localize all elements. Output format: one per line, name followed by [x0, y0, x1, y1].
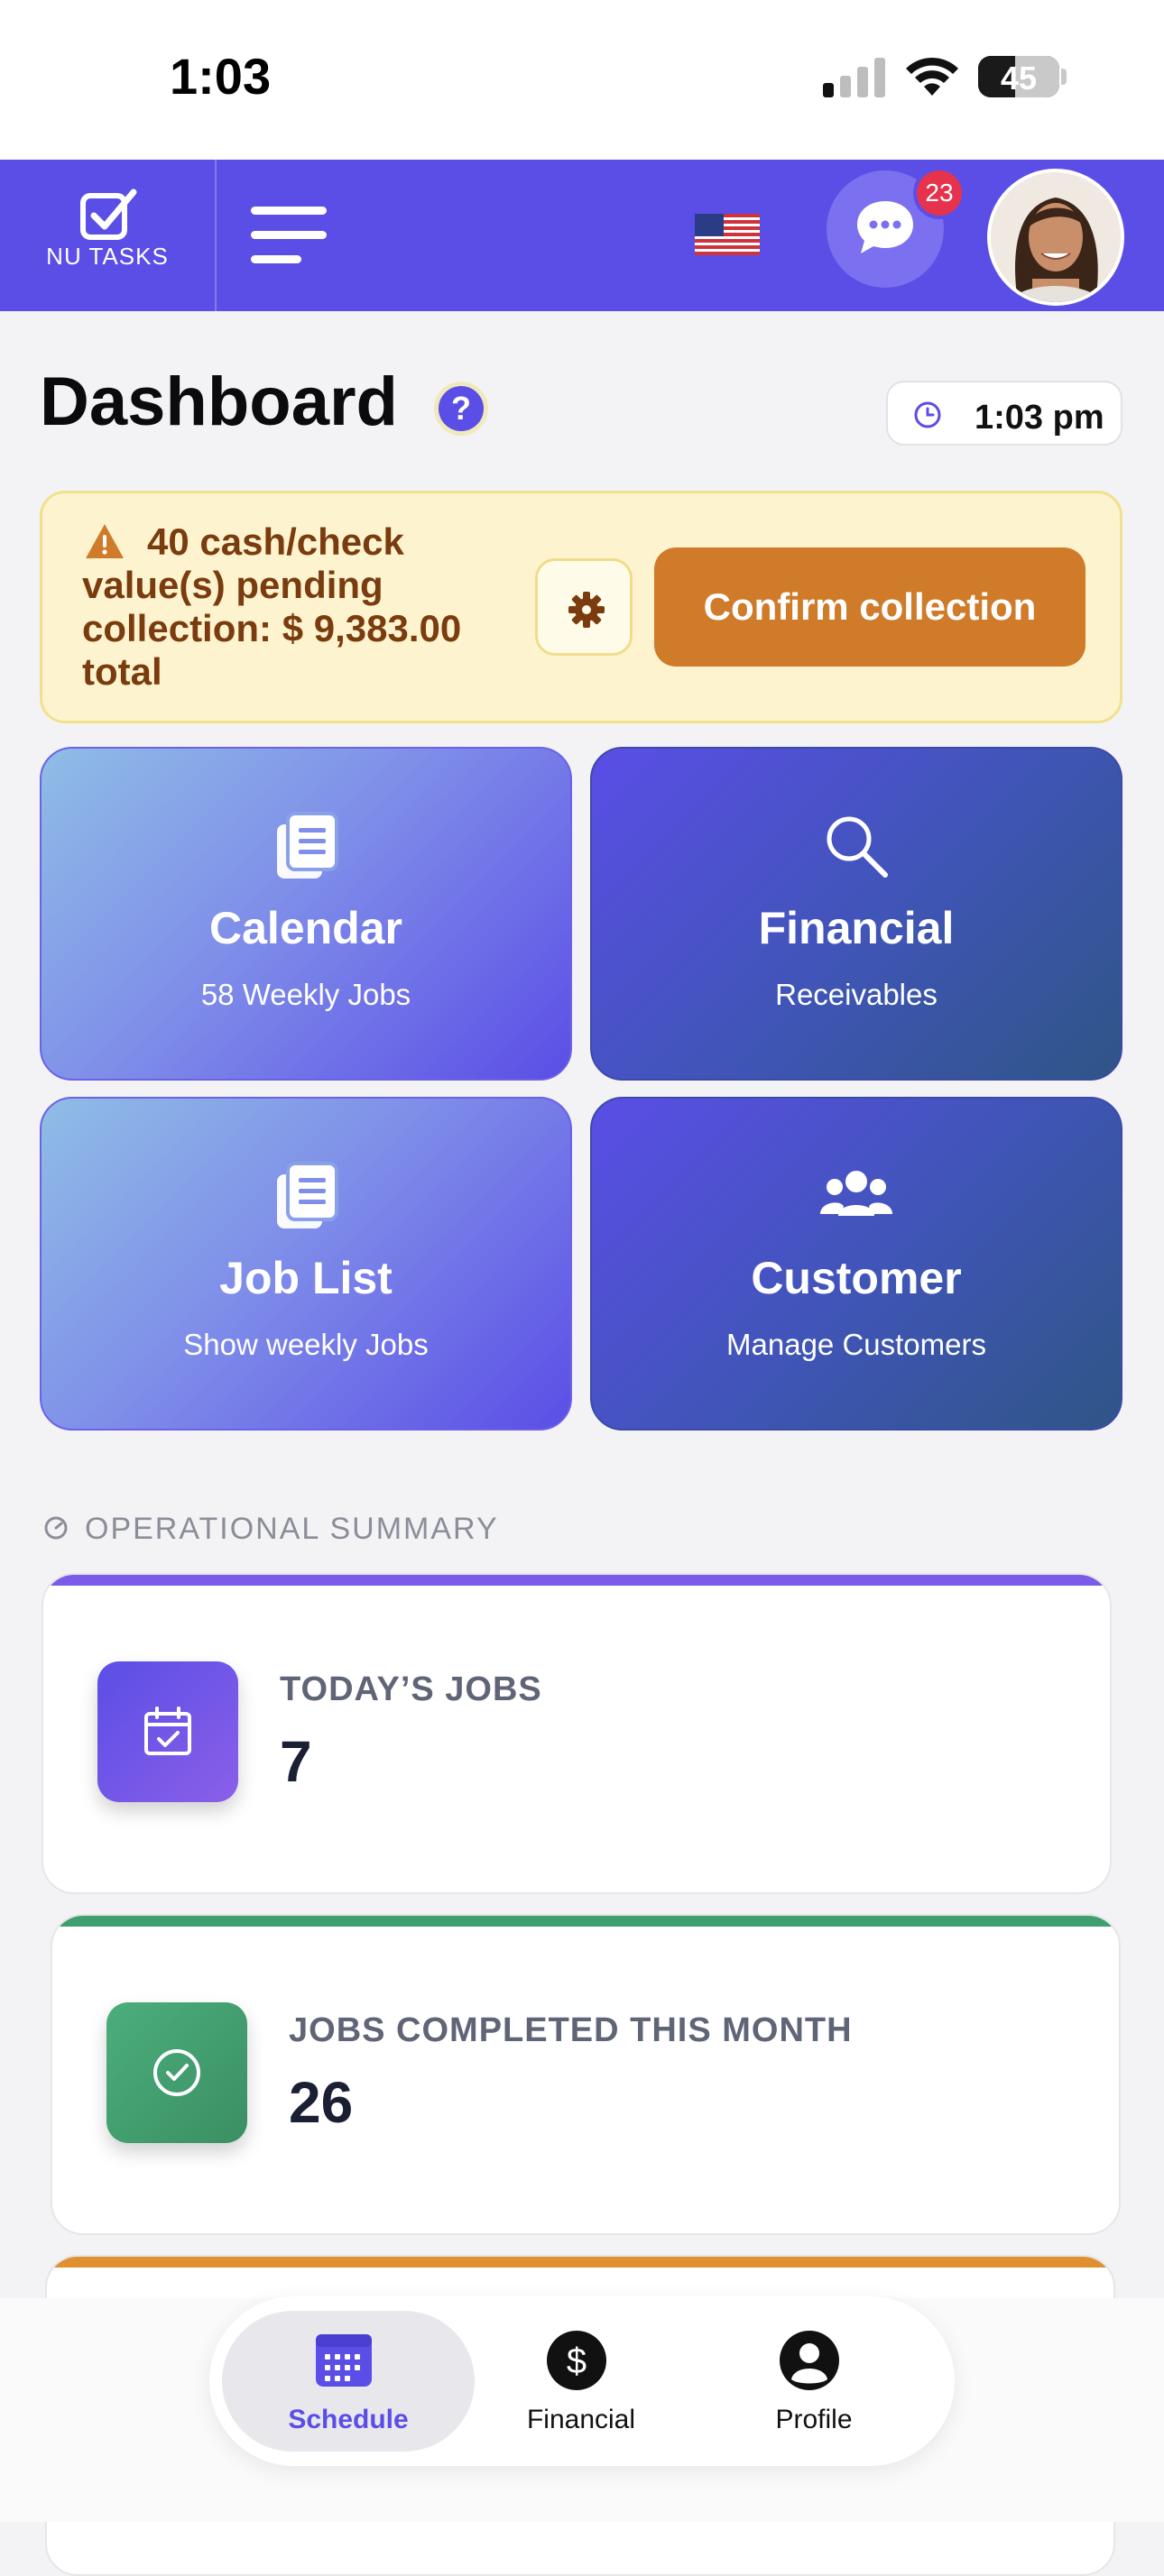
stat-value: 7 [280, 1729, 312, 1794]
pending-collection-alert: 40 cash/check value(s) pending collectio… [40, 491, 1122, 723]
tile-job-list[interactable]: Job List Show weekly Jobs [40, 1097, 572, 1431]
collection-settings-button[interactable] [535, 558, 633, 656]
tile-subtitle: 58 Weekly Jobs [200, 978, 411, 1011]
tile-customer[interactable]: Customer Manage Customers [590, 1097, 1122, 1431]
nav-label: Financial [526, 2405, 636, 2434]
bottom-nav: Schedule $ Financial Profile [209, 2296, 955, 2466]
wifi-icon [906, 57, 958, 96]
section-label: OPERATIONAL SUMMARY [85, 1512, 499, 1546]
nav-financial[interactable]: $ Financial [455, 2311, 707, 2452]
calendar-grid-icon [316, 2334, 372, 2387]
nav-label: Schedule [288, 2405, 409, 2434]
stat-card-jobs-completed[interactable]: JOBS COMPLETED THIS MONTH 26 [51, 1914, 1121, 2235]
user-icon [780, 2331, 839, 2390]
tile-title: Job List [219, 1253, 393, 1303]
time-chip: 1:03 pm [886, 381, 1122, 446]
status-bar: 1:03 45 [0, 0, 1164, 160]
logo-text: NU TASKS [46, 243, 169, 270]
copy-list-icon [277, 812, 338, 879]
tile-title: Financial [758, 903, 955, 953]
tile-title: Customer [751, 1253, 962, 1303]
cellular-signal-icon [823, 58, 885, 97]
calendar-check-icon [144, 1707, 191, 1755]
menu-button[interactable] [251, 207, 327, 270]
copy-list-icon [277, 1162, 338, 1228]
search-icon [827, 816, 888, 878]
nav-label: Profile [775, 2405, 853, 2434]
svg-text:$: $ [567, 2341, 587, 2381]
avatar[interactable] [987, 169, 1124, 306]
avatar-person-icon [991, 172, 1121, 302]
tile-title: Calendar [209, 903, 402, 953]
app-logo[interactable]: NU TASKS [0, 160, 217, 311]
tile-subtitle: Manage Customers [726, 1328, 986, 1361]
chat-bubble-icon [857, 201, 913, 253]
status-time: 1:03 [170, 48, 272, 105]
users-icon [820, 1171, 892, 1216]
alert-message: 40 cash/check value(s) pending collectio… [82, 520, 462, 693]
gauge-icon [44, 1516, 68, 1540]
tile-financial[interactable]: Financial Receivables [590, 747, 1122, 1081]
stat-label: JOBS COMPLETED THIS MONTH [289, 2011, 853, 2049]
battery-level: 45 [1000, 60, 1038, 97]
us-flag-icon[interactable] [695, 214, 760, 255]
tile-calendar[interactable]: Calendar 58 Weekly Jobs [40, 747, 572, 1081]
page-title: Dashboard [40, 363, 398, 440]
stat-label: TODAY’S JOBS [280, 1670, 542, 1708]
nav-schedule[interactable]: Schedule [222, 2311, 475, 2452]
stat-value: 26 [289, 2070, 354, 2135]
stat-card-todays-jobs[interactable]: TODAY’S JOBS 7 [42, 1573, 1112, 1894]
help-icon[interactable]: ? [439, 386, 484, 431]
tile-subtitle: Receivables [775, 978, 938, 1011]
nav-profile[interactable]: Profile [688, 2311, 940, 2452]
tile-subtitle: Show weekly Jobs [183, 1328, 429, 1361]
checkbox-logo-icon [80, 189, 137, 240]
confirm-collection-button[interactable]: Confirm collection [654, 547, 1085, 667]
battery-icon: 45 [978, 56, 1059, 97]
clock-icon [914, 401, 941, 428]
dollar-icon: $ [547, 2331, 606, 2390]
app-header: NU TASKS 23 [0, 160, 1164, 311]
gear-icon [568, 592, 605, 628]
check-circle-icon [153, 2049, 200, 2096]
chat-notification-badge: 23 [913, 167, 965, 219]
current-time: 1:03 pm [975, 399, 1104, 437]
